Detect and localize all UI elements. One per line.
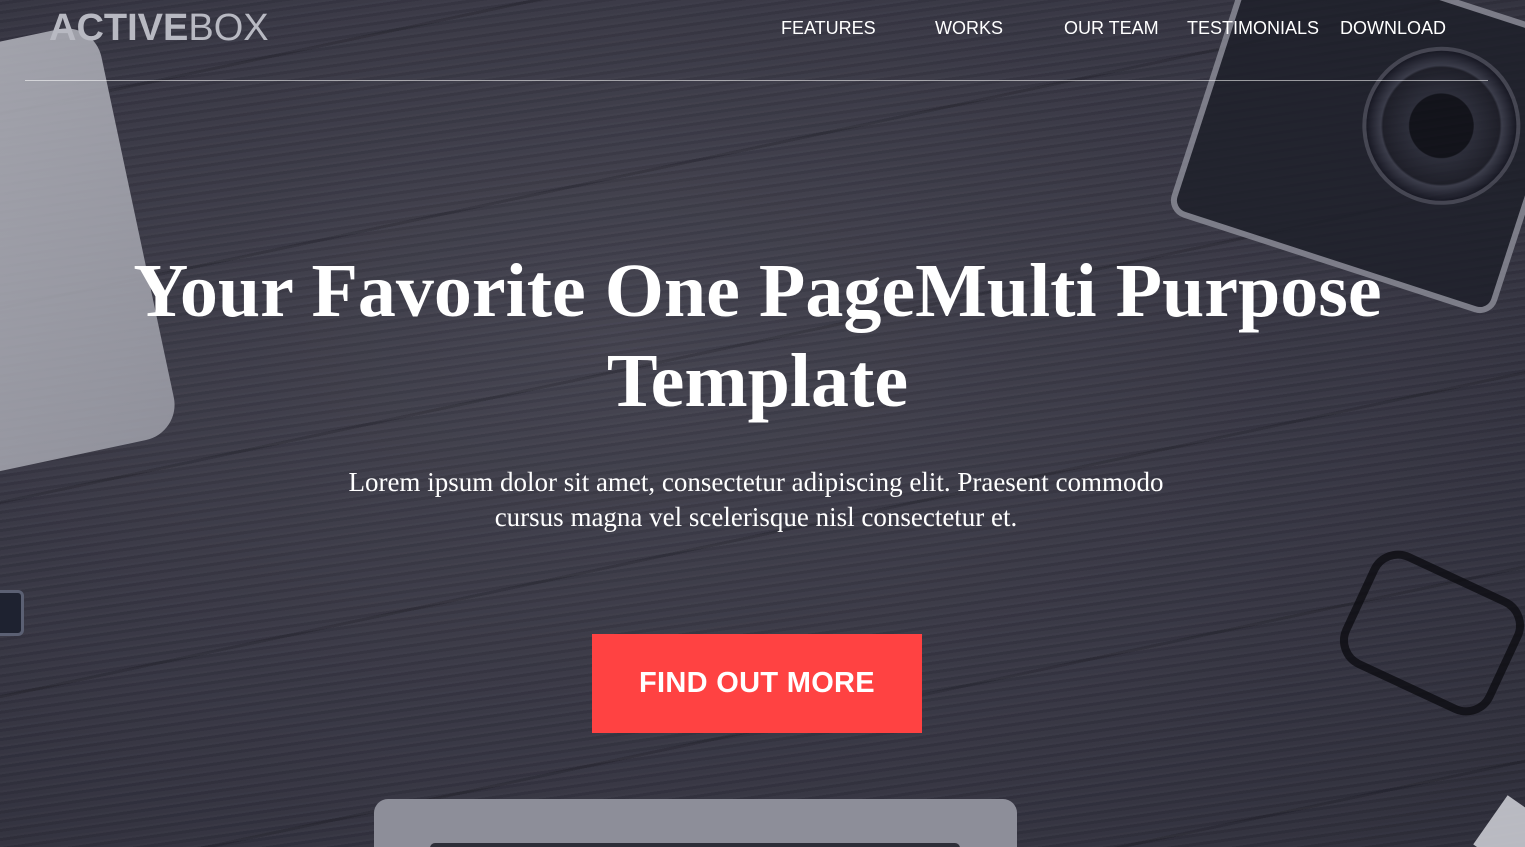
navbar: ACTIVEBOX FEATURES WORKS OUR TEAM TESTIM… (25, 0, 1488, 81)
glasses-image (1330, 540, 1525, 726)
find-out-more-button[interactable]: FIND OUT MORE (592, 634, 922, 733)
nav-menu: FEATURES WORKS OUR TEAM TESTIMONIALS DOW… (25, 17, 1488, 39)
laptop-bottom-image (374, 799, 1017, 847)
nav-link-features[interactable]: FEATURES (781, 17, 876, 39)
nav-link-our-team[interactable]: OUR TEAM (1064, 17, 1159, 39)
hero-subtitle: Lorem ipsum dolor sit amet, consectetur … (348, 467, 1164, 532)
hero-title: Your Favorite One PageMulti Purpose Temp… (133, 249, 1382, 423)
nav-link-works[interactable]: WORKS (935, 17, 1003, 39)
nav-link-download[interactable]: DOWNLOAD (1340, 17, 1446, 39)
nav-link-testimonials[interactable]: TESTIMONIALS (1187, 17, 1319, 39)
phone-image (0, 590, 24, 636)
corner-object-image (1473, 795, 1525, 847)
